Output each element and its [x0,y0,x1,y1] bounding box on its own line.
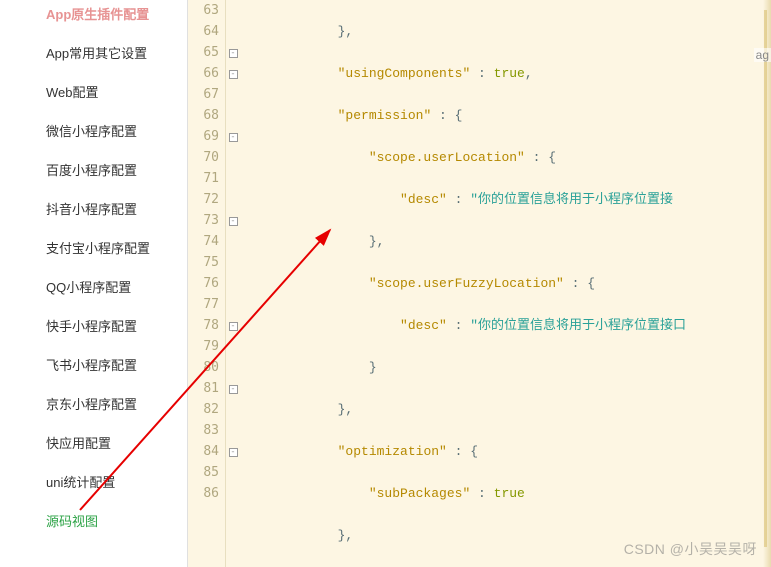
code-text: "你的位置信息将用于小程序位置接口 [470,318,686,333]
sidebar-item-alipay[interactable]: 支付宝小程序配置 [0,228,187,267]
sidebar-item-qq[interactable]: QQ小程序配置 [0,267,187,306]
editor-decoration [764,10,767,547]
settings-sidebar: App原生插件配置 App常用其它设置 Web配置 微信小程序配置 百度小程序配… [0,0,188,567]
sidebar-item-jd[interactable]: 京东小程序配置 [0,384,187,423]
sidebar-item-douyin[interactable]: 抖音小程序配置 [0,189,187,228]
sidebar-item-app-other[interactable]: App常用其它设置 [0,33,187,72]
sidebar-item-source-view[interactable]: 源码视图 [0,501,187,540]
sidebar-item-web[interactable]: Web配置 [0,72,187,111]
code-text: true [494,66,525,81]
sidebar-item-kuaishou[interactable]: 快手小程序配置 [0,306,187,345]
code-text: "subPackages" [369,486,470,501]
code-text: }, [338,528,354,543]
sidebar-item-native-plugin[interactable]: App原生插件配置 [0,4,187,33]
code-text: "permission" [338,108,432,123]
code-text: "usingComponents" [338,66,471,81]
line-number-gutter: 6364656667686970717273747576777879808182… [188,0,226,567]
fold-column[interactable]: ------- [226,0,240,567]
code-text: }, [369,234,385,249]
sidebar-item-wechat[interactable]: 微信小程序配置 [0,111,187,150]
code-text: "scope.userLocation" [369,150,525,165]
code-text: "desc" [400,318,447,333]
code-text: true [494,486,525,501]
editor-hint: ag [754,48,771,62]
code-text: "你的位置信息将用于小程序位置接 [470,192,673,207]
code-text: }, [338,402,354,417]
sidebar-item-feishu[interactable]: 飞书小程序配置 [0,345,187,384]
code-text: } [369,360,377,375]
sidebar-item-baidu[interactable]: 百度小程序配置 [0,150,187,189]
code-text: }, [338,24,354,39]
code-editor[interactable]: 6364656667686970717273747576777879808182… [188,0,771,567]
watermark: CSDN @小吴吴吴呀 [624,539,757,559]
sidebar-item-quickapp[interactable]: 快应用配置 [0,423,187,462]
code-text: "optimization" [338,444,447,459]
sidebar-item-uni-stat[interactable]: uni统计配置 [0,462,187,501]
code-area[interactable]: }, "usingComponents" : true, "permission… [240,0,771,567]
code-text: "desc" [400,192,447,207]
code-text: "scope.userFuzzyLocation" [369,276,564,291]
